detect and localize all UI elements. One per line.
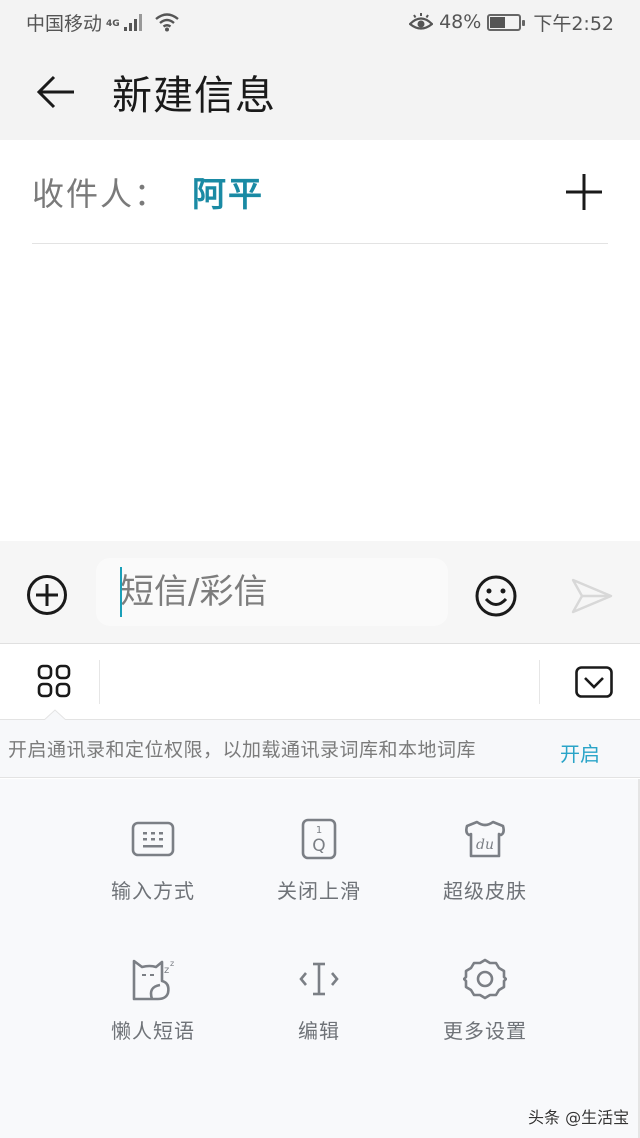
- menu-item-label: 懒人短语: [111, 1019, 195, 1043]
- enable-permission-link[interactable]: 开启: [560, 738, 600, 767]
- menu-item-label: 输入方式: [111, 879, 195, 903]
- network-type: 4G: [106, 18, 120, 29]
- recipient-label: 收件人：: [32, 174, 169, 213]
- menu-item-label: 超级皮肤: [443, 879, 527, 903]
- attach-button[interactable]: [26, 574, 68, 616]
- text-caret: [120, 567, 122, 617]
- status-bar: 中国移动 4G 48% 下午2:52: [0, 0, 640, 44]
- send-button[interactable]: [570, 576, 614, 616]
- menu-item-edit[interactable]: 编辑: [244, 955, 394, 1065]
- page-title: 新建信息: [112, 73, 276, 119]
- add-recipient-button[interactable]: [558, 166, 610, 218]
- battery-icon: [487, 13, 526, 31]
- title-bar: 新建信息: [0, 44, 640, 140]
- grid-icon: [37, 664, 71, 698]
- menu-item-label: 关闭上滑: [277, 879, 361, 903]
- keyboard-menu-panel: 输入方式 1 Q 关闭上滑 du 超级皮肤 z z 懒人短语 编辑 更多设置: [0, 779, 640, 1138]
- svg-text:z: z: [170, 959, 174, 968]
- battery-level-fill: [490, 16, 505, 28]
- smiley-icon: [475, 575, 517, 617]
- sleeping-cat-icon: z z: [132, 959, 174, 1001]
- menu-item-input-method[interactable]: 输入方式: [78, 815, 228, 925]
- back-button[interactable]: [26, 62, 86, 122]
- svg-text:du: du: [476, 837, 494, 853]
- arrow-left-icon: [36, 75, 74, 109]
- signal-icon: [123, 14, 142, 31]
- recipient-chip[interactable]: 阿平: [192, 167, 264, 216]
- menu-item-disable-swipe[interactable]: 1 Q 关闭上滑: [244, 815, 394, 925]
- toolbar-divider: [99, 660, 100, 704]
- menu-item-label: 更多设置: [443, 1019, 527, 1043]
- tshirt-icon: du: [465, 820, 505, 858]
- keyboard-toolbar: [0, 644, 640, 720]
- battery-percent: 48%: [439, 11, 482, 33]
- svg-text:z: z: [164, 965, 169, 976]
- plus-icon: [566, 173, 602, 210]
- keyboard-icon: [131, 821, 175, 857]
- permission-text: 开启通讯录和定位权限，以加载通讯录词库和本地词库: [8, 739, 477, 761]
- clock: 下午2:52: [533, 12, 614, 35]
- text-cursor-icon: [299, 962, 339, 996]
- keyboard-menu-button[interactable]: [30, 664, 78, 702]
- message-input[interactable]: [96, 558, 448, 626]
- toolbar-divider: [539, 660, 540, 704]
- gear-icon: [463, 958, 507, 1000]
- menu-item-more-settings[interactable]: 更多设置: [410, 955, 560, 1065]
- plus-circle-icon: [27, 575, 67, 615]
- send-icon: [571, 578, 613, 614]
- hide-keyboard-button[interactable]: [575, 666, 613, 700]
- message-composer: [0, 541, 640, 644]
- wifi-icon: [154, 13, 179, 32]
- eye-comfort-icon: [409, 13, 434, 30]
- recipient-row[interactable]: 收件人： 阿平: [32, 140, 608, 244]
- permission-banner: 开启通讯录和定位权限，以加载通讯录词库和本地词库 开启: [0, 720, 640, 778]
- menu-item-lazy-phrases[interactable]: z z 懒人短语: [78, 955, 228, 1065]
- emoji-button[interactable]: [474, 574, 518, 618]
- keyboard-hide-icon: [575, 666, 613, 698]
- key-swipe-icon: 1 Q: [301, 818, 337, 860]
- carrier-name: 中国移动: [26, 12, 103, 35]
- svg-text:Q: Q: [312, 836, 325, 856]
- watermark: 头条 @生活宝: [528, 1108, 630, 1127]
- menu-item-label: 编辑: [298, 1019, 340, 1043]
- menu-item-super-skin[interactable]: du 超级皮肤: [410, 815, 560, 925]
- svg-text:1: 1: [316, 825, 322, 836]
